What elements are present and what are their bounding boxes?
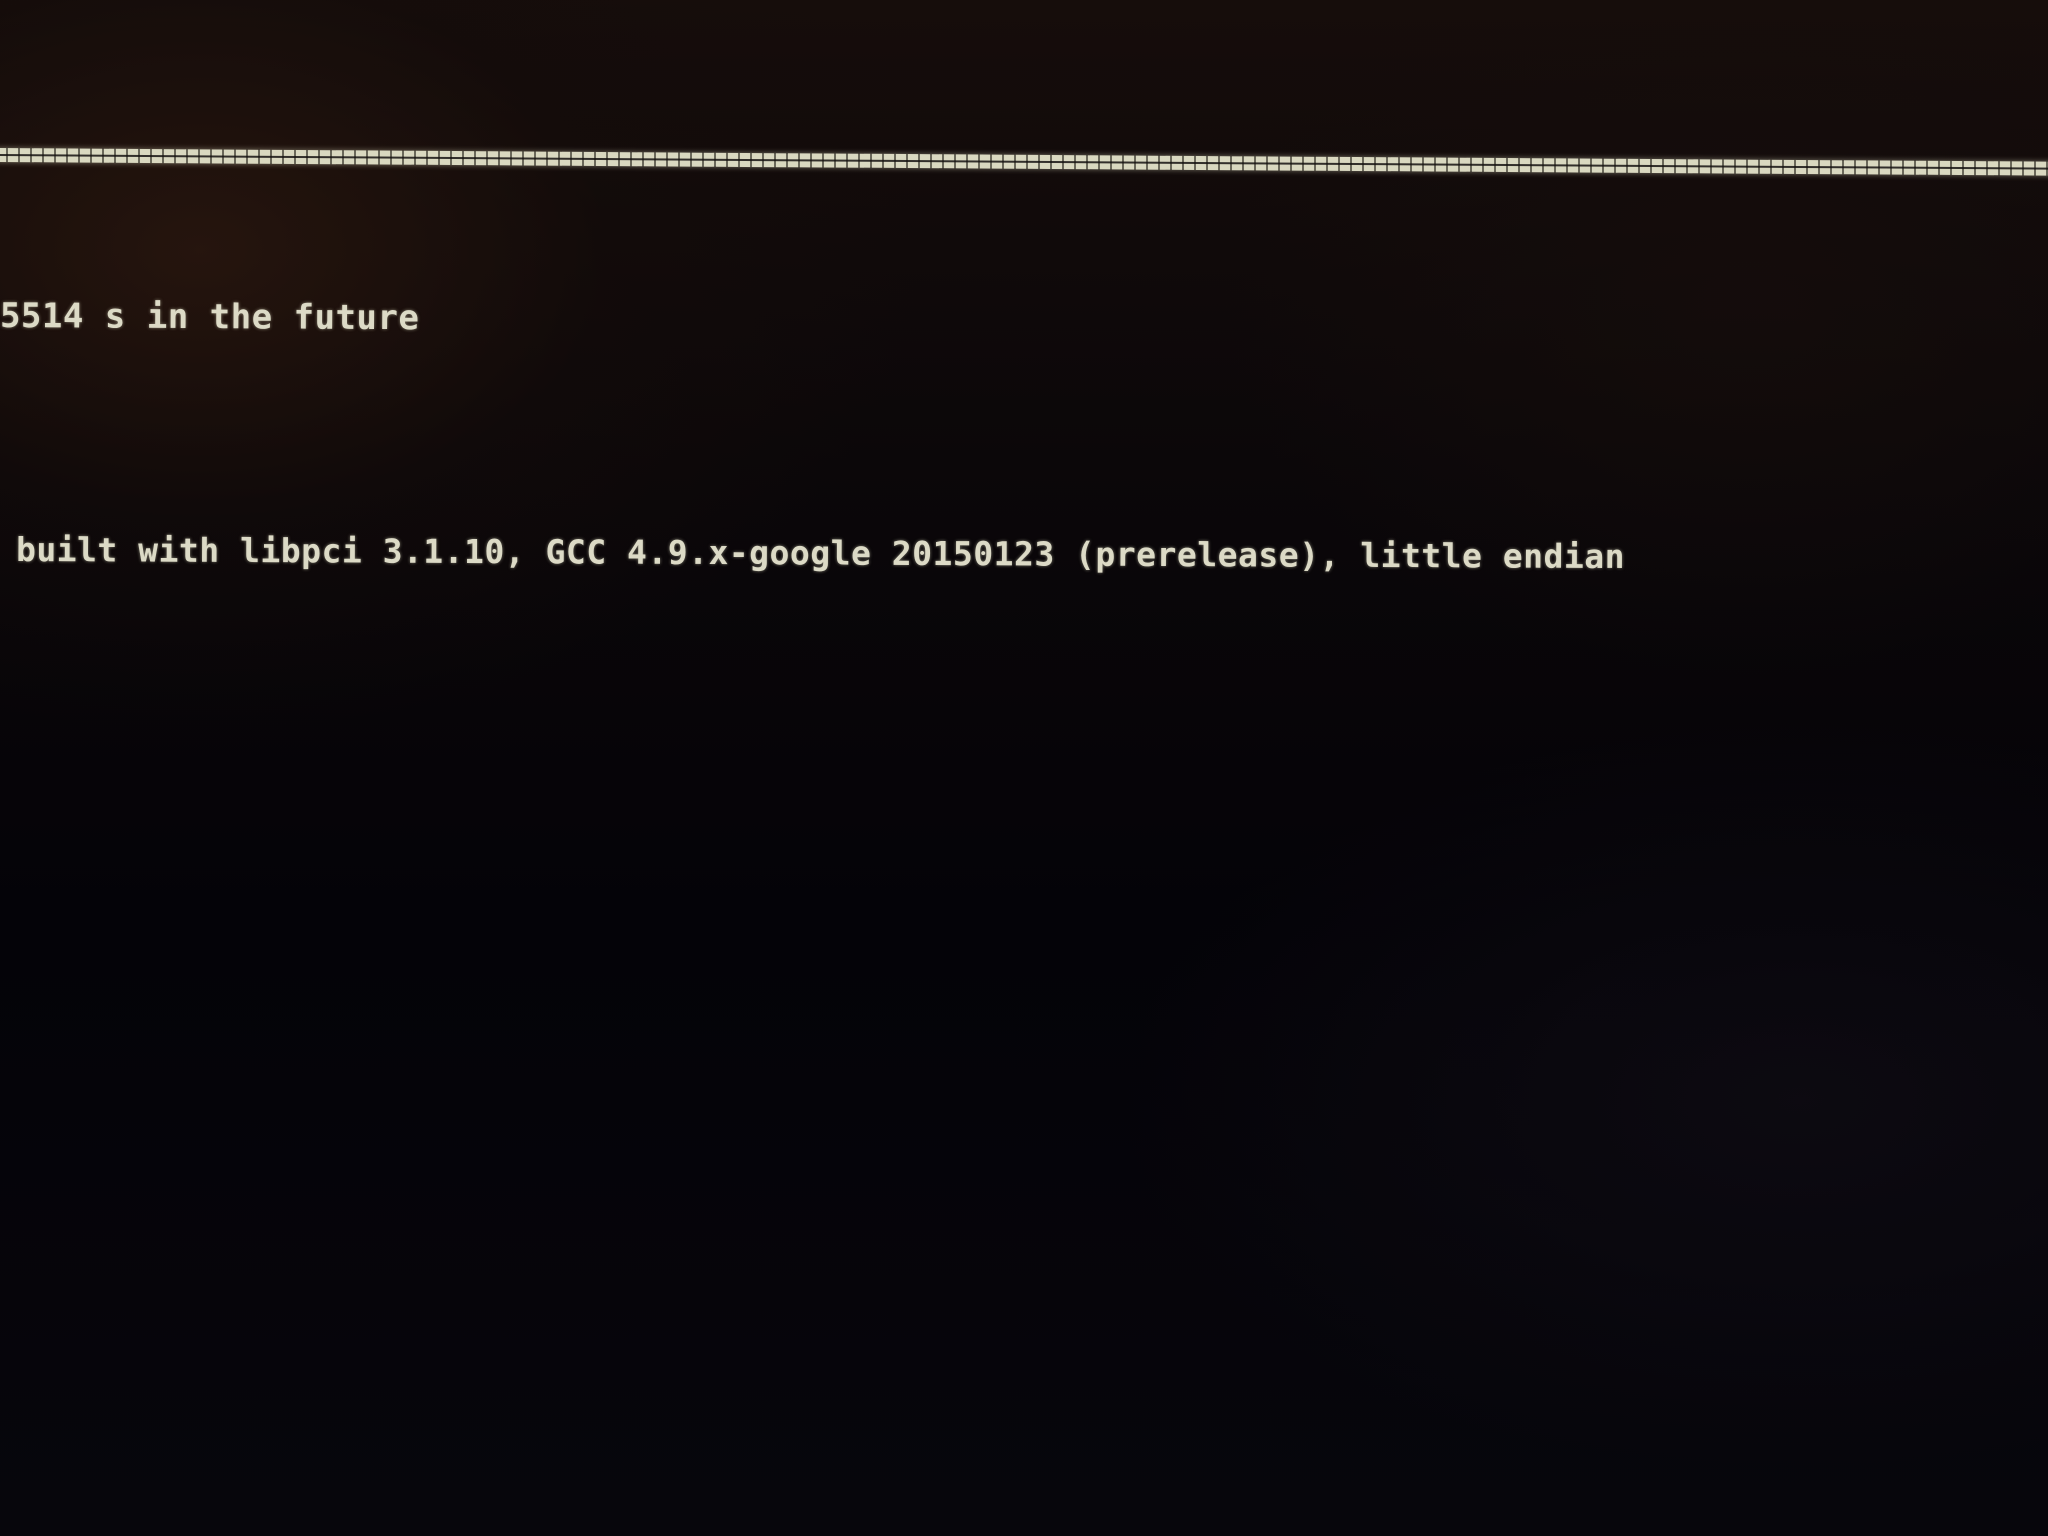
separator-line <box>0 148 2048 176</box>
console-line-build-info: built with libpci 3.1.10, GCC 4.9.x-goog… <box>15 530 1626 577</box>
terminal-screen: 5514 s in the future built with libpci 3… <box>0 0 2048 1536</box>
console-line-clock-skew: 5514 s in the future <box>0 296 420 339</box>
